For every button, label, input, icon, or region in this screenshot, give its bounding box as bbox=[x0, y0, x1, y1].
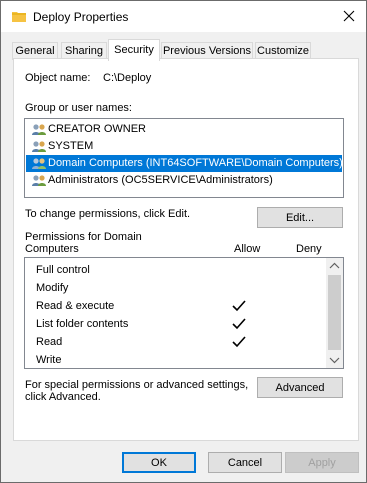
tab-security[interactable]: Security bbox=[108, 39, 160, 61]
permission-name: Read bbox=[36, 336, 63, 348]
group-user-list[interactable]: CREATOR OWNER SYSTEM Domain Computers (I… bbox=[24, 118, 344, 198]
user-name: Administrators (OC5SERVICE\Administrator… bbox=[48, 174, 273, 186]
checkmark-icon bbox=[232, 336, 246, 348]
permission-row: Read bbox=[25, 334, 325, 352]
edit-button[interactable]: Edit... bbox=[257, 207, 343, 228]
deny-header: Deny bbox=[296, 243, 322, 255]
title-bar[interactable]: Deploy Properties bbox=[1, 1, 366, 32]
properties-window: Deploy Properties General Sharing Securi… bbox=[0, 0, 367, 483]
scroll-down-icon[interactable] bbox=[326, 352, 343, 368]
security-panel: Object name: C:\Deploy Group or user nam… bbox=[13, 58, 359, 441]
permission-name: Modify bbox=[36, 282, 69, 294]
advanced-button[interactable]: Advanced bbox=[257, 377, 343, 398]
permission-row: List folder contents bbox=[25, 316, 325, 334]
cancel-button[interactable]: Cancel bbox=[208, 452, 282, 473]
object-name-label: Object name: bbox=[25, 72, 91, 84]
allow-header: Allow bbox=[234, 243, 261, 255]
permission-name: List folder contents bbox=[36, 318, 129, 330]
group-names-label: Group or user names: bbox=[25, 102, 132, 114]
permissions-list[interactable]: Full control Modify Read & execute List … bbox=[24, 257, 344, 369]
checkmark-icon bbox=[232, 300, 246, 312]
user-name: Domain Computers (INT64SOFTWARE\Domain C… bbox=[48, 157, 343, 169]
permission-row: Read & execute bbox=[25, 298, 325, 316]
permission-name: Read & execute bbox=[36, 300, 115, 312]
permissions-for-label-line2: Computers bbox=[25, 243, 79, 255]
list-item-selected[interactable]: Domain Computers (INT64SOFTWARE\Domain C… bbox=[26, 155, 343, 172]
permission-name: Full control bbox=[36, 264, 90, 276]
user-name: CREATOR OWNER bbox=[48, 123, 146, 135]
permissions-for-label-line1: Permissions for Domain bbox=[25, 231, 142, 243]
list-item[interactable]: CREATOR OWNER bbox=[26, 121, 342, 138]
permission-row: Full control bbox=[25, 262, 325, 280]
permission-name: Write bbox=[36, 354, 62, 366]
folder-icon bbox=[12, 12, 26, 22]
users-icon bbox=[32, 141, 46, 152]
special-permissions-text-line1: For special permissions or advanced sett… bbox=[25, 379, 249, 391]
scroll-up-icon[interactable] bbox=[326, 258, 343, 274]
special-permissions-text-line2: click Advanced. bbox=[25, 391, 101, 403]
permission-row: Write bbox=[25, 352, 325, 368]
list-item[interactable]: Administrators (OC5SERVICE\Administrator… bbox=[26, 172, 342, 189]
permission-row: Modify bbox=[25, 280, 325, 298]
window-title: Deploy Properties bbox=[33, 10, 129, 24]
users-icon bbox=[32, 124, 46, 135]
users-icon bbox=[32, 175, 46, 186]
ok-button[interactable]: OK bbox=[122, 452, 196, 473]
users-icon bbox=[32, 158, 46, 169]
object-name-value: C:\Deploy bbox=[103, 72, 152, 84]
user-name: SYSTEM bbox=[48, 140, 94, 152]
apply-button[interactable]: Apply bbox=[285, 452, 359, 473]
vertical-scrollbar[interactable] bbox=[326, 258, 343, 368]
checkmark-icon bbox=[232, 318, 246, 330]
change-permissions-text: To change permissions, click Edit. bbox=[25, 208, 191, 220]
tab-strip: General Sharing Security Previous Versio… bbox=[1, 32, 366, 61]
close-icon[interactable] bbox=[336, 4, 362, 28]
scroll-thumb[interactable] bbox=[328, 275, 341, 350]
list-item[interactable]: SYSTEM bbox=[26, 138, 342, 155]
